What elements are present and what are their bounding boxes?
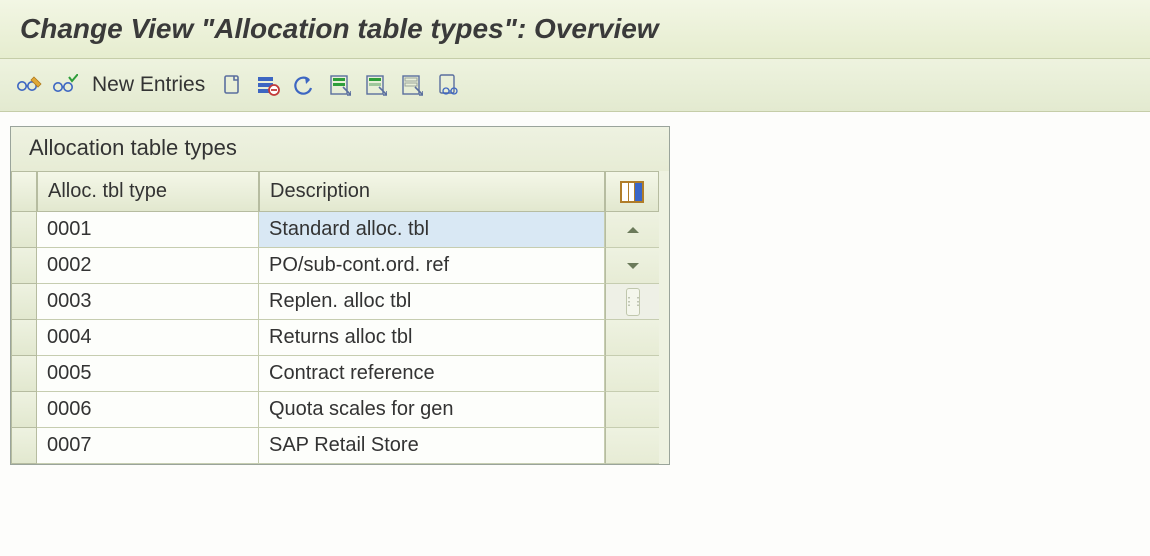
- cell-alloc-type[interactable]: 0001: [37, 212, 259, 248]
- select-block-icon: [365, 74, 387, 96]
- page-glasses-icon: [437, 74, 459, 96]
- select-block-button[interactable]: [361, 70, 391, 100]
- scroll-track: [605, 356, 659, 392]
- row-selector[interactable]: [11, 212, 37, 248]
- copy-icon: [221, 74, 243, 96]
- column-header-description[interactable]: Description: [259, 171, 605, 212]
- cell-alloc-type[interactable]: 0004: [37, 320, 259, 356]
- cell-description[interactable]: Returns alloc tbl: [259, 320, 605, 356]
- row-selector[interactable]: [11, 428, 37, 464]
- scroll-track: [605, 428, 659, 464]
- cell-description[interactable]: Standard alloc. tbl: [259, 212, 605, 248]
- glasses-pencil-icon: [16, 74, 42, 96]
- copy-as-button[interactable]: [217, 70, 247, 100]
- delete-button[interactable]: [253, 70, 283, 100]
- title-bar: Change View "Allocation table types": Ov…: [0, 0, 1150, 59]
- configuration-help-button[interactable]: [433, 70, 463, 100]
- scroll-track: [605, 320, 659, 356]
- scroll-track: [605, 392, 659, 428]
- column-header-type[interactable]: Alloc. tbl type: [37, 171, 259, 212]
- scroll-up-button[interactable]: [605, 212, 659, 248]
- select-all-button[interactable]: [325, 70, 355, 100]
- page-title: Change View "Allocation table types": Ov…: [20, 13, 659, 45]
- cell-alloc-type[interactable]: 0007: [37, 428, 259, 464]
- data-grid: Alloc. tbl type Description 0001Standard…: [11, 171, 669, 464]
- cell-description[interactable]: Contract reference: [259, 356, 605, 392]
- cell-description[interactable]: PO/sub-cont.ord. ref: [259, 248, 605, 284]
- other-entry-button[interactable]: [50, 70, 80, 100]
- row-selector[interactable]: [11, 320, 37, 356]
- chevron-down-icon: [626, 261, 640, 271]
- row-selector[interactable]: [11, 356, 37, 392]
- cell-alloc-type[interactable]: 0005: [37, 356, 259, 392]
- allocation-table-types-panel: Allocation table types Alloc. tbl type D…: [10, 126, 670, 465]
- cell-alloc-type[interactable]: 0002: [37, 248, 259, 284]
- cell-alloc-type[interactable]: 0006: [37, 392, 259, 428]
- new-entries-label: New Entries: [92, 73, 205, 96]
- scroll-thumb[interactable]: ⋮⋮: [605, 284, 659, 320]
- delete-row-icon: [256, 74, 280, 96]
- row-selector[interactable]: [11, 284, 37, 320]
- row-selector[interactable]: [11, 392, 37, 428]
- panel-title: Allocation table types: [11, 127, 669, 171]
- configure-columns-icon: [620, 181, 644, 203]
- content-area: Allocation table types Alloc. tbl type D…: [0, 112, 1150, 479]
- cell-description[interactable]: Quota scales for gen: [259, 392, 605, 428]
- undo-button[interactable]: [289, 70, 319, 100]
- application-toolbar: New Entries: [0, 59, 1150, 112]
- display-change-toggle-button[interactable]: [14, 70, 44, 100]
- configure-columns-button[interactable]: [605, 171, 659, 212]
- scroll-down-button[interactable]: [605, 248, 659, 284]
- cell-alloc-type[interactable]: 0003: [37, 284, 259, 320]
- row-selector-header[interactable]: [11, 171, 37, 212]
- deselect-all-button[interactable]: [397, 70, 427, 100]
- cell-description[interactable]: SAP Retail Store: [259, 428, 605, 464]
- drag-handle-icon: ⋮⋮: [626, 288, 640, 316]
- deselect-all-icon: [401, 74, 423, 96]
- select-all-icon: [329, 74, 351, 96]
- glasses-check-icon: [52, 74, 78, 96]
- row-selector[interactable]: [11, 248, 37, 284]
- new-entries-button[interactable]: New Entries: [86, 71, 211, 99]
- sap-window: Change View "Allocation table types": Ov…: [0, 0, 1150, 556]
- cell-description[interactable]: Replen. alloc tbl: [259, 284, 605, 320]
- chevron-up-icon: [626, 225, 640, 235]
- undo-icon: [293, 74, 315, 96]
